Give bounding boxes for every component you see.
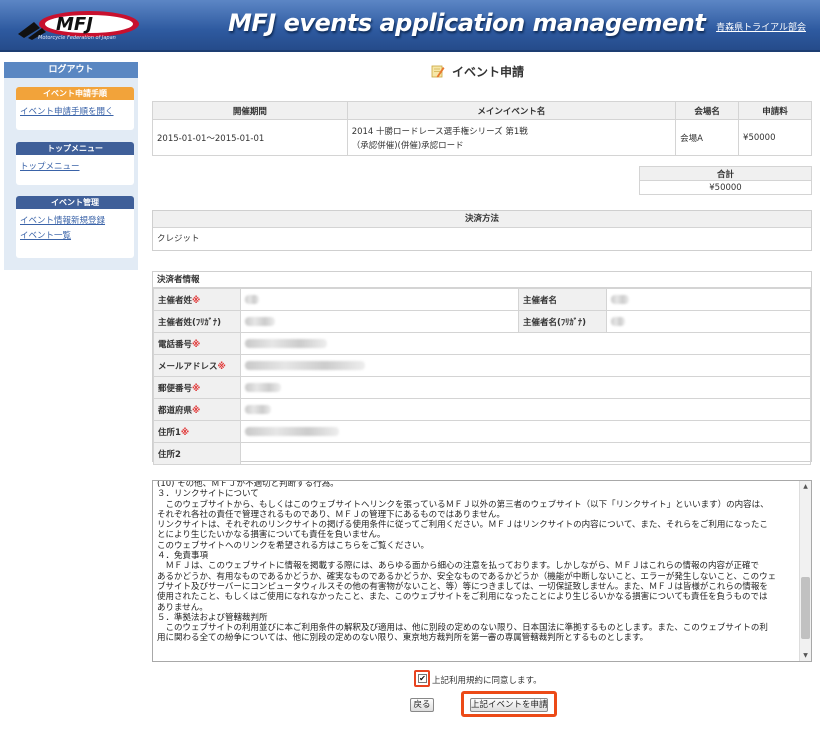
agree-checkbox-highlight: ✔ [414,670,430,687]
field-label: 都道府県※ [153,398,241,421]
total-table: 合計 ¥50000 [639,166,812,195]
sidebar-section-title: トップメニュー [16,142,134,155]
user-group-link[interactable]: 青森県トライアル部会 [716,20,806,33]
field-value-mei [606,288,811,311]
event-venue: 会場A [675,119,740,156]
sidebar: ログアウト イベント申請手順 イベント申請手順を開く トップメニュー トップメニ… [4,62,138,270]
sidebar-section-title: イベント申請手順 [16,87,134,100]
terms-textarea[interactable]: (10) その他、ＭＦＪが不適切と判断する行為。 ３．リンクサイトについて この… [152,480,812,662]
sidebar-section-guide: イベント申請手順 イベント申請手順を開く [16,87,134,130]
page-title: イベント申請 [452,65,525,79]
agree-label[interactable]: 上記利用規約に同意します。 [432,674,542,686]
submit-event-button[interactable]: 上記イベントを申請 [470,698,548,712]
table-row: 主催者姓※ 主催者名 [153,288,811,311]
field-label: 電話番号※ [153,332,241,355]
table-row: メールアドレス※ [153,354,811,377]
field-value-zip [240,376,811,399]
event-fee: ¥50000 [738,119,812,156]
sidebar-section-title: イベント管理 [16,196,134,209]
scrollbar-thumb[interactable] [801,577,810,639]
payment-method-value: クレジット [157,234,200,244]
table-row: 郵便番号※ [153,376,811,399]
sidebar-item-event-list[interactable]: イベント一覧 [16,226,134,241]
terms-content: (10) その他、ＭＦＪが不適切と判断する行為。 ３．リンクサイトについて この… [157,480,777,644]
payer-info-panel: 決済者情報 主催者姓※ 主催者名 主催者姓(ﾌﾘｶﾞﾅ) 主催者名(ﾌﾘｶﾞﾅ)… [152,271,812,465]
field-label: 主催者姓(ﾌﾘｶﾞﾅ) [153,310,241,333]
field-value-tel [240,332,811,355]
table-header: 申請料 [738,101,812,120]
table-header: 開催期間 [152,101,348,120]
field-value-mei-kana [606,310,811,333]
field-value-addr1 [240,420,811,443]
field-label: 住所1※ [153,420,241,443]
field-value-email [240,354,811,377]
event-table: 開催期間 メインイベント名 会場名 申請料 2015-01-01～2015-01… [152,101,812,156]
scroll-up-arrow-icon[interactable]: ▲ [800,481,811,492]
field-value-pref [240,398,811,421]
field-value-sei-kana [240,310,519,333]
payer-info-title: 決済者情報 [153,272,811,288]
event-name-line2: （承認併催)(併催)承認ロード [351,140,464,151]
event-name-line1: 2014 十勝ロードレース選手権シリーズ 第1戦 [351,126,528,137]
field-label: 主催者名 [518,288,607,311]
submit-button-highlight: 上記イベントを申請 [461,691,557,717]
sidebar-item-open-guide[interactable]: イベント申請手順を開く [16,100,134,117]
total-label: 合計 [639,166,812,181]
logout-button[interactable]: ログアウト [4,62,138,78]
table-row: 住所2 [153,442,811,465]
total-value: ¥50000 [639,180,812,195]
sidebar-section-top: トップメニュー トップメニュー [16,142,134,185]
table-row: 都道府県※ [153,398,811,421]
field-value-sei [240,288,519,311]
payer-info-table: 主催者姓※ 主催者名 主催者姓(ﾌﾘｶﾞﾅ) 主催者名(ﾌﾘｶﾞﾅ) 電話番号※… [153,288,811,465]
sidebar-section-event: イベント管理 イベント情報新規登録 イベント一覧 [16,196,134,258]
table-header: 会場名 [675,101,740,120]
table-header: メインイベント名 [346,101,677,120]
field-label: 住所2 [153,442,241,465]
logo-text: MFJ [56,14,93,35]
back-button[interactable]: 戻る [410,698,434,712]
app-header: MFJ Motorcycle Federation of Japan MFJ e… [0,0,820,52]
field-label: メールアドレス※ [153,354,241,377]
table-row: 電話番号※ [153,332,811,355]
field-label: 主催者名(ﾌﾘｶﾞﾅ) [518,310,607,333]
app-title: MFJ events application management [228,9,706,37]
payment-method-panel: 決済方法 クレジット [152,210,812,251]
event-name: 2014 十勝ロードレース選手権シリーズ 第1戦 （承認併催)(併催)承認ロード [346,119,677,156]
payment-method-label: 決済方法 [153,211,811,228]
event-period: 2015-01-01～2015-01-01 [152,119,348,156]
table-row: 2015-01-01～2015-01-01 2014 十勝ロードレース選手権シリ… [152,119,812,156]
agree-checkbox[interactable]: ✔ [418,674,427,683]
field-label: 郵便番号※ [153,376,241,399]
field-label: 主催者姓※ [153,288,241,311]
scroll-down-arrow-icon[interactable]: ▼ [800,650,811,661]
table-row: 主催者姓(ﾌﾘｶﾞﾅ) 主催者名(ﾌﾘｶﾞﾅ) [153,310,811,333]
terms-scrollbar[interactable]: ▲ ▼ [799,481,811,661]
logo-subtitle: Motorcycle Federation of Japan [38,35,116,41]
field-value-addr2 [240,442,811,465]
sidebar-item-new-event[interactable]: イベント情報新規登録 [16,209,134,226]
sidebar-item-top-menu[interactable]: トップメニュー [16,155,134,172]
table-row: 住所1※ [153,420,811,443]
